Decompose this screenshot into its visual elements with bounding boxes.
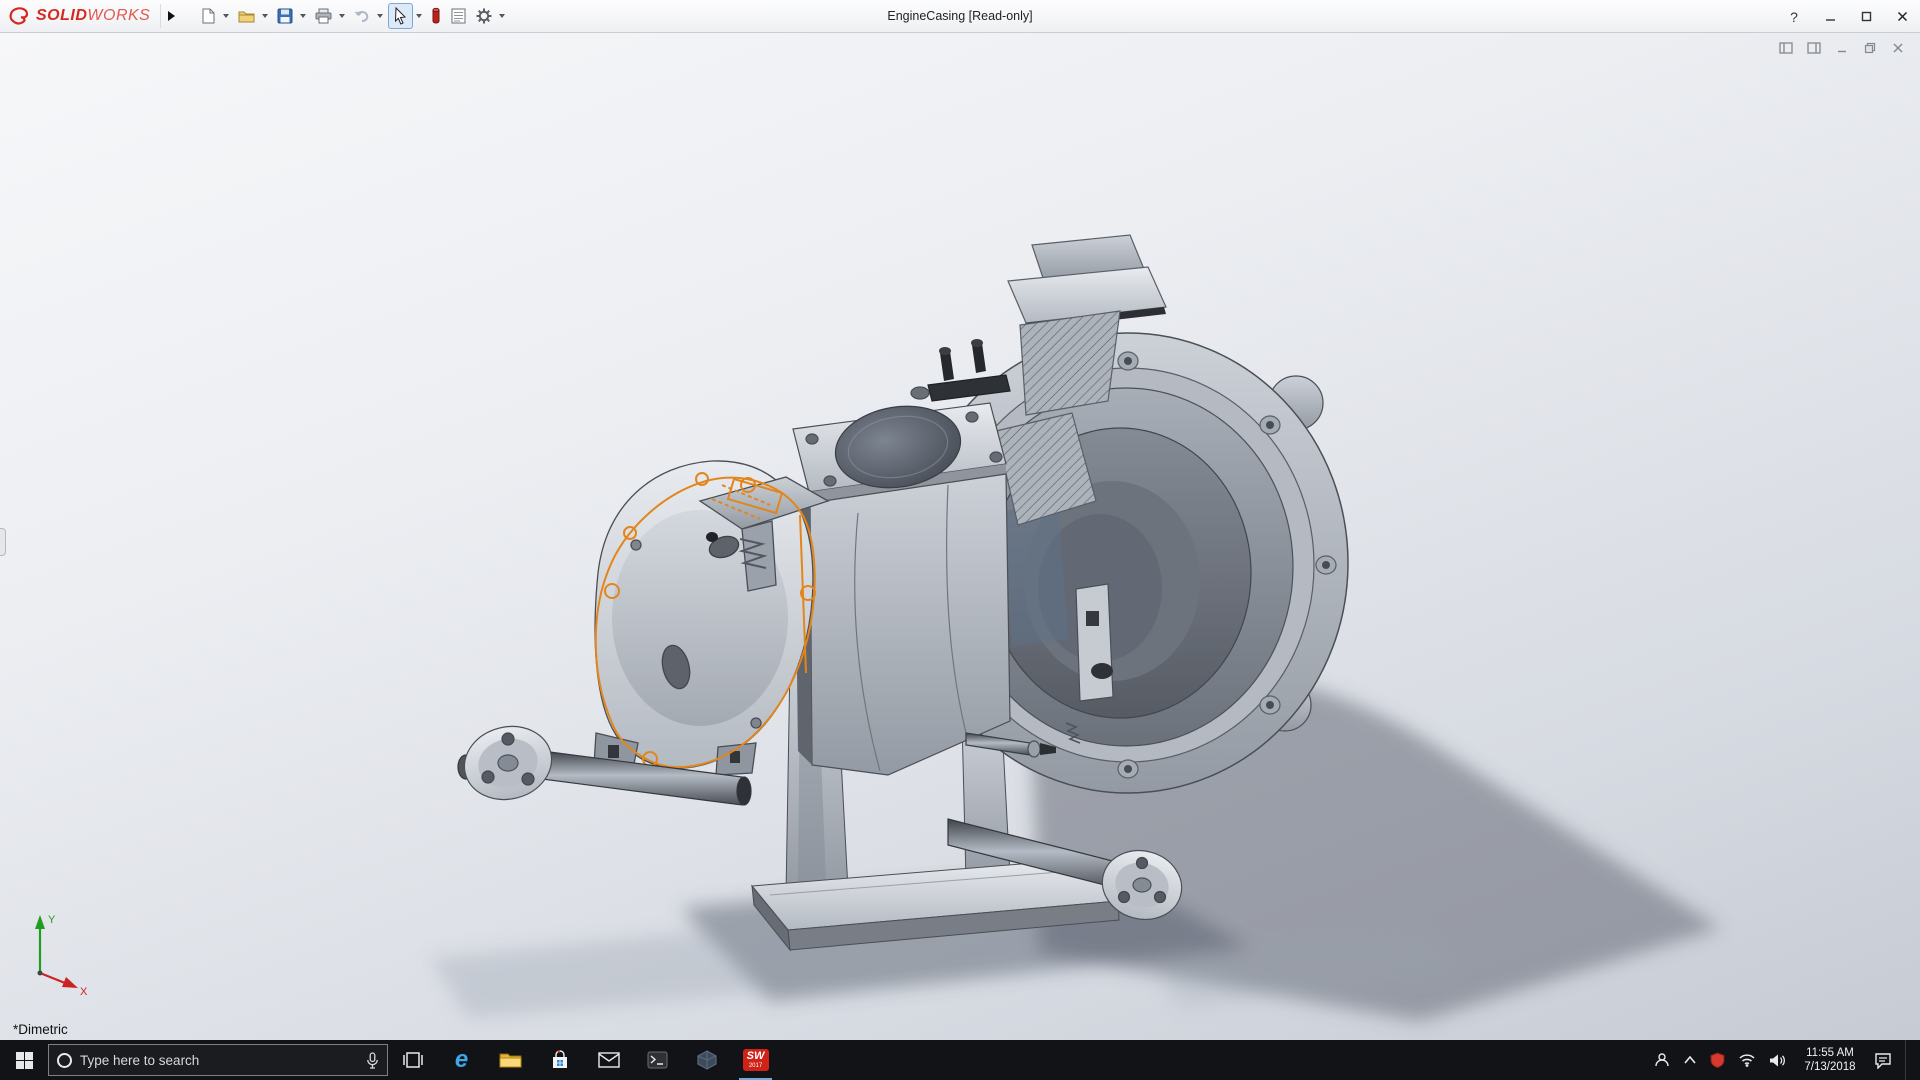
orientation-triad: Y X bbox=[35, 914, 88, 998]
close-icon bbox=[1897, 11, 1907, 22]
microphone-icon[interactable] bbox=[366, 1051, 379, 1069]
mail-button[interactable] bbox=[584, 1040, 633, 1080]
select-cursor-icon bbox=[395, 7, 407, 25]
printer-icon bbox=[315, 8, 332, 24]
window-controls: ? bbox=[1776, 0, 1920, 33]
edge-icon: e bbox=[454, 1046, 469, 1073]
save-dropdown-caret[interactable] bbox=[300, 14, 307, 18]
doc-restore-button[interactable] bbox=[1862, 41, 1878, 55]
maximize-button[interactable] bbox=[1848, 0, 1884, 33]
select-dropdown-caret[interactable] bbox=[416, 14, 423, 18]
taskbar-apps: e SW 2017 bbox=[388, 1040, 780, 1080]
document-window-controls bbox=[1778, 41, 1906, 55]
clock-date: 7/13/2018 bbox=[1804, 1061, 1856, 1073]
save-button[interactable] bbox=[273, 3, 297, 29]
y-axis-arrow bbox=[35, 915, 45, 929]
properties-sheet-icon bbox=[451, 8, 466, 24]
x-axis-label: X bbox=[80, 986, 88, 998]
y-axis-label: Y bbox=[48, 914, 56, 926]
quick-access-toolbar bbox=[196, 3, 508, 29]
doc-minimize-icon bbox=[1838, 50, 1846, 53]
appearance-cylinder-icon bbox=[432, 7, 440, 24]
new-document-button[interactable] bbox=[196, 3, 220, 29]
doc-pane-left-button[interactable] bbox=[1778, 41, 1794, 55]
doc-pane-right-button[interactable] bbox=[1806, 41, 1822, 55]
taskbar-search[interactable] bbox=[48, 1044, 388, 1076]
solidworks-logo: SOLIDWORKS bbox=[0, 0, 160, 32]
people-icon[interactable] bbox=[1654, 1052, 1670, 1068]
save-floppy-icon bbox=[277, 8, 293, 24]
pane-left-icon bbox=[1779, 42, 1793, 54]
start-button[interactable] bbox=[0, 1040, 48, 1080]
task-view-icon bbox=[402, 1052, 423, 1068]
task-view-button[interactable] bbox=[388, 1040, 437, 1080]
undo-arrow-icon bbox=[354, 11, 369, 22]
graphics-viewport[interactable]: Y X *Dimetric bbox=[0, 33, 1920, 1040]
windows-taskbar: e bbox=[0, 1040, 1920, 1080]
file-explorer-icon bbox=[499, 1053, 522, 1068]
properties-button[interactable] bbox=[447, 3, 470, 29]
terminal-button[interactable] bbox=[633, 1040, 682, 1080]
appearance-button[interactable] bbox=[427, 3, 445, 29]
network-wifi-icon[interactable] bbox=[1738, 1053, 1756, 1067]
minimize-icon bbox=[1825, 19, 1835, 21]
open-dropdown-caret[interactable] bbox=[262, 14, 269, 18]
windows-logo-icon bbox=[15, 1051, 33, 1069]
engine-casing-model[interactable] bbox=[0, 33, 1920, 1040]
clock-time: 11:55 AM bbox=[1806, 1047, 1854, 1059]
open-folder-icon bbox=[238, 11, 255, 23]
doc-close-icon bbox=[1893, 43, 1903, 53]
solidworks-icon: SW 2017 bbox=[742, 1049, 769, 1071]
search-input[interactable] bbox=[80, 1052, 358, 1068]
options-gear-icon bbox=[476, 8, 492, 24]
options-button[interactable] bbox=[472, 3, 496, 29]
undo-dropdown-caret[interactable] bbox=[377, 14, 384, 18]
doc-restore-icon bbox=[1864, 42, 1876, 54]
show-desktop-button[interactable] bbox=[1905, 1040, 1910, 1080]
doc-close-button[interactable] bbox=[1890, 41, 1906, 55]
mail-envelope-icon bbox=[597, 1052, 620, 1068]
edge-browser-button[interactable]: e bbox=[437, 1040, 486, 1080]
print-dropdown-caret[interactable] bbox=[339, 14, 346, 18]
section-hatch-upper bbox=[1019, 310, 1121, 416]
app-titlebar: SOLIDWORKS EngineCasing [Read-only] ? bbox=[0, 0, 1920, 33]
solidworks-taskbar-button[interactable]: SW 2017 bbox=[731, 1040, 780, 1080]
help-button[interactable]: ? bbox=[1776, 0, 1812, 33]
store-bag-icon bbox=[552, 1050, 567, 1068]
close-button[interactable] bbox=[1884, 0, 1920, 33]
volume-icon[interactable] bbox=[1769, 1053, 1786, 1068]
undo-button[interactable] bbox=[350, 3, 374, 29]
action-center-icon[interactable] bbox=[1874, 1052, 1892, 1069]
new-dropdown-caret[interactable] bbox=[223, 14, 230, 18]
brand-text: SOLIDWORKS bbox=[36, 7, 151, 24]
x-axis-arrow bbox=[62, 977, 78, 988]
maximize-icon bbox=[1861, 11, 1871, 22]
ds-logo-icon bbox=[9, 7, 29, 25]
cortana-icon bbox=[57, 1052, 72, 1068]
taskbar-clock[interactable]: 11:55 AM 7/13/2018 bbox=[1799, 1046, 1861, 1074]
cad-viewer-button[interactable] bbox=[682, 1040, 731, 1080]
toolbar-expand-arrow[interactable] bbox=[160, 4, 182, 28]
options-dropdown-caret[interactable] bbox=[499, 14, 506, 18]
terminal-icon bbox=[647, 1051, 668, 1069]
play-triangle-icon bbox=[168, 11, 176, 21]
store-button[interactable] bbox=[535, 1040, 584, 1080]
select-tool-button[interactable] bbox=[388, 3, 414, 29]
open-document-button[interactable] bbox=[234, 3, 259, 29]
print-button[interactable] bbox=[311, 3, 336, 29]
minimize-button[interactable] bbox=[1812, 0, 1848, 33]
file-explorer-button[interactable] bbox=[486, 1040, 535, 1080]
new-document-icon bbox=[202, 8, 215, 24]
antivirus-shield-icon[interactable] bbox=[1710, 1052, 1725, 1068]
cube-app-icon bbox=[696, 1050, 717, 1070]
pane-right-icon bbox=[1807, 42, 1821, 54]
system-tray: 11:55 AM 7/13/2018 bbox=[1654, 1040, 1920, 1080]
tray-expand-chevron-icon[interactable] bbox=[1683, 1055, 1697, 1065]
panel-collapse-handle[interactable] bbox=[0, 528, 6, 556]
doc-minimize-button[interactable] bbox=[1834, 41, 1850, 55]
view-orientation-label: *Dimetric bbox=[13, 1022, 68, 1037]
